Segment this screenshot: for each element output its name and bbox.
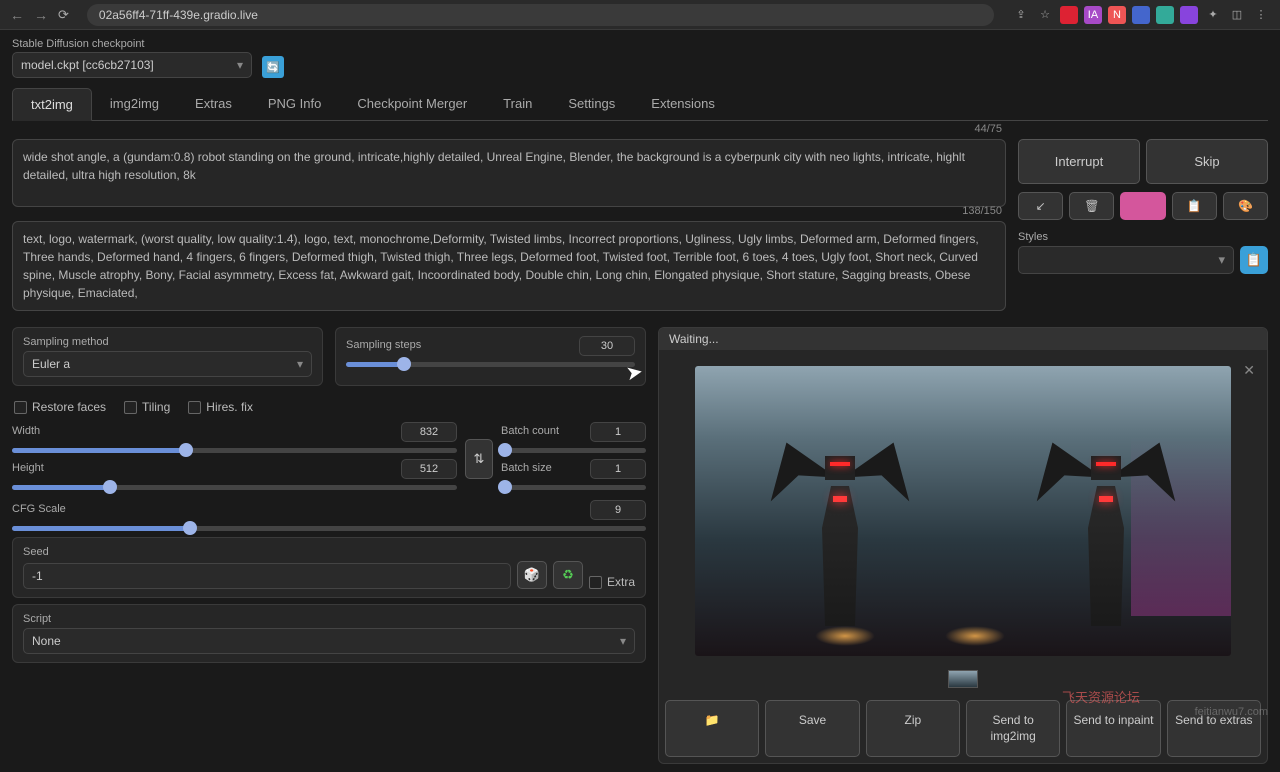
batch-count-value[interactable]: 1: [590, 422, 646, 442]
styles-label: Styles: [1018, 231, 1048, 243]
tab-pnginfo[interactable]: PNG Info: [250, 88, 339, 120]
height-slider[interactable]: [12, 485, 457, 490]
extension-ia-icon[interactable]: IA: [1084, 6, 1102, 24]
share-icon[interactable]: ⇪: [1012, 6, 1030, 24]
width-value[interactable]: 832: [401, 422, 457, 442]
height-value[interactable]: 512: [401, 459, 457, 479]
tiling-label: Tiling: [142, 400, 170, 414]
prompt-input[interactable]: wide shot angle, a (gundam:0.8) robot st…: [12, 139, 1006, 207]
output-image[interactable]: [695, 366, 1231, 656]
styles-apply-button[interactable]: 📋: [1240, 246, 1268, 274]
send-inpaint-button[interactable]: Send to inpaint: [1066, 700, 1160, 757]
checkpoint-select[interactable]: model.ckpt [cc6cb27103]: [12, 52, 252, 78]
interrupt-button[interactable]: Interrupt: [1018, 139, 1140, 184]
tab-img2img[interactable]: img2img: [92, 88, 177, 120]
forward-button[interactable]: →: [34, 7, 48, 23]
output-panel: Waiting... ✕: [658, 327, 1268, 764]
seed-label: Seed: [23, 546, 635, 558]
extension-p-icon[interactable]: [1180, 6, 1198, 24]
extensions-icon[interactable]: ✦: [1204, 6, 1222, 24]
bookmark-star-icon[interactable]: ☆: [1036, 6, 1054, 24]
tab-extensions[interactable]: Extensions: [633, 88, 733, 120]
seed-extra-checkbox[interactable]: Extra: [589, 575, 635, 589]
script-select[interactable]: None: [23, 628, 635, 654]
batch-count-slider[interactable]: [501, 448, 646, 453]
reload-button[interactable]: ⟳: [58, 7, 69, 23]
arrow-tool-button[interactable]: ↙: [1018, 192, 1063, 220]
swap-dimensions-button[interactable]: ⇅: [465, 439, 493, 479]
url-bar[interactable]: 02a56ff4-71ff-439e.gradio.live: [87, 4, 994, 26]
trash-tool-button[interactable]: 🗑: [1069, 192, 1114, 220]
output-close-button[interactable]: ✕: [1243, 362, 1255, 379]
back-button[interactable]: ←: [10, 7, 24, 23]
output-status: Waiting...: [659, 328, 1267, 350]
save-button[interactable]: Save: [765, 700, 859, 757]
palette-tool-button[interactable]: 🎨: [1223, 192, 1268, 220]
seed-extra-label: Extra: [607, 575, 635, 589]
batch-size-label: Batch size: [501, 462, 552, 474]
width-label: Width: [12, 425, 40, 437]
extension-img-icon[interactable]: [1156, 6, 1174, 24]
checkpoint-label: Stable Diffusion checkpoint: [12, 38, 252, 50]
script-label: Script: [23, 613, 635, 625]
tab-txt2img[interactable]: txt2img: [12, 88, 92, 121]
batch-count-label: Batch count: [501, 425, 559, 437]
batch-size-slider[interactable]: [501, 485, 646, 490]
cfg-value[interactable]: 9: [590, 500, 646, 520]
width-slider[interactable]: [12, 448, 457, 453]
watermark-logo: 飞天资源论坛: [1062, 687, 1140, 706]
sampling-steps-slider[interactable]: [346, 362, 635, 367]
extension-icon[interactable]: [1060, 6, 1078, 24]
sampling-method-select[interactable]: Euler a: [23, 351, 312, 377]
batch-size-value[interactable]: 1: [590, 459, 646, 479]
skip-button[interactable]: Skip: [1146, 139, 1268, 184]
browser-toolbar: ← → ⟳ 02a56ff4-71ff-439e.gradio.live ⇪ ☆…: [0, 0, 1280, 30]
seed-reuse-button[interactable]: ♻: [553, 561, 583, 589]
watermark-url: feitianwu7.com: [1195, 706, 1268, 718]
restore-faces-label: Restore faces: [32, 400, 106, 414]
style-tool-button[interactable]: [1120, 192, 1165, 220]
sampling-method-label: Sampling method: [23, 336, 312, 348]
negative-token-counter: 138/150: [962, 205, 1002, 217]
extension-box-icon[interactable]: [1132, 6, 1150, 24]
tab-extras[interactable]: Extras: [177, 88, 250, 120]
hires-fix-checkbox[interactable]: Hires. fix: [188, 400, 253, 414]
cfg-label: CFG Scale: [12, 503, 66, 515]
tab-checkpoint-merger[interactable]: Checkpoint Merger: [339, 88, 485, 120]
seed-random-button[interactable]: 🎲: [517, 561, 547, 589]
sampling-steps-label: Sampling steps: [346, 339, 421, 351]
open-folder-button[interactable]: 📁: [665, 700, 759, 757]
height-label: Height: [12, 462, 44, 474]
cfg-slider[interactable]: [12, 526, 646, 531]
tab-train[interactable]: Train: [485, 88, 550, 120]
styles-select[interactable]: [1018, 246, 1234, 274]
prompt-token-counter: 44/75: [974, 123, 1002, 135]
seed-input[interactable]: -1: [23, 563, 511, 589]
extension-n-icon[interactable]: N: [1108, 6, 1126, 24]
tab-settings[interactable]: Settings: [550, 88, 633, 120]
refresh-checkpoint-button[interactable]: 🔄: [262, 56, 284, 78]
output-thumbnail[interactable]: [948, 670, 978, 688]
sampling-steps-value[interactable]: 30: [579, 336, 635, 356]
restore-faces-checkbox[interactable]: Restore faces: [14, 400, 106, 414]
tiling-checkbox[interactable]: Tiling: [124, 400, 170, 414]
main-tabs: txt2img img2img Extras PNG Info Checkpoi…: [12, 88, 1268, 121]
hires-fix-label: Hires. fix: [206, 400, 253, 414]
zip-button[interactable]: Zip: [866, 700, 960, 757]
send-img2img-button[interactable]: Send to img2img: [966, 700, 1060, 757]
negative-prompt-input[interactable]: text, logo, watermark, (worst quality, l…: [12, 221, 1006, 311]
window-icon[interactable]: ◫: [1228, 6, 1246, 24]
clipboard-tool-button[interactable]: 📋: [1172, 192, 1217, 220]
menu-icon[interactable]: ⋮: [1252, 6, 1270, 24]
